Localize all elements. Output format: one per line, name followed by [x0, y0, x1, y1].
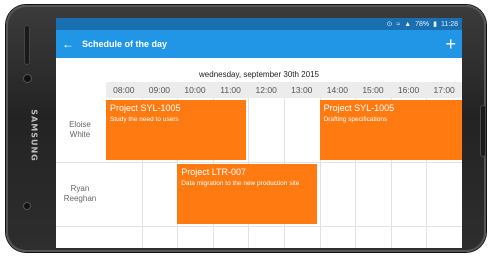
event-project: Project SYL-1005: [323, 103, 395, 113]
row-divider: [56, 226, 462, 227]
hour-label: 12:00: [255, 85, 277, 95]
speaker-grille: [24, 25, 30, 65]
battery-icon: ▮: [433, 21, 437, 28]
plus-icon[interactable]: +: [445, 35, 456, 53]
hours-header: 08:00 09:00 10:00 11:00 12:00 13:00 14:0…: [106, 82, 462, 98]
event-description: Drafting specifications: [323, 116, 388, 123]
hour-label: 08:00: [113, 85, 135, 95]
event-description: Study the need to users: [110, 116, 179, 123]
app-bar: ← Schedule of the day +: [56, 30, 462, 58]
status-bar: ⊙ ≈ ▲ 78% ▮ 11:28: [56, 18, 462, 30]
camera-lens: [24, 75, 31, 82]
phone-body: SAMSUNG ⊙ ≈ ▲ 78% ▮ 11:28 ← Schedule of …: [6, 5, 486, 252]
hour-label: 15:00: [362, 85, 384, 95]
battery-level: 78%: [415, 20, 430, 28]
hour-label: 16:00: [397, 85, 420, 95]
resource-eloise-white: Eloise White: [56, 120, 104, 140]
network-icon: ⊙: [386, 21, 393, 28]
date-header: wednesday, september 30th 2015: [199, 70, 319, 79]
screen: ⊙ ≈ ▲ 78% ▮ 11:28 ← Schedule of the day …: [56, 18, 462, 248]
back-arrow-icon[interactable]: ←: [62, 37, 82, 51]
event-project: Project SYL-1005: [110, 103, 181, 113]
page-title: Schedule of the day: [82, 39, 168, 49]
hour-label: 13:00: [291, 85, 313, 95]
wifi-icon: ≈: [396, 20, 401, 28]
event-block[interactable]: Project SYL-1005 Drafting specifications: [319, 100, 462, 160]
hour-label: 14:00: [326, 85, 348, 95]
resource-name-line: Ryan: [70, 184, 90, 193]
home-key[interactable]: [480, 105, 486, 157]
resource-name-line: Reeghan: [63, 194, 97, 203]
signal-icon: ▲: [404, 20, 412, 28]
hour-label: 17:00: [433, 85, 455, 95]
row-divider: [56, 162, 462, 163]
hour-label: 11:00: [220, 85, 241, 95]
resource-name-line: Eloise: [69, 120, 91, 129]
resource-ryan-reeghan: Ryan Reeghan: [56, 184, 104, 204]
hour-label: 10:00: [184, 85, 206, 95]
schedule-grid: Eloise White Ryan Reeghan Project SYL-10…: [56, 98, 462, 248]
event-description: Data migration to the new production sit…: [181, 180, 300, 187]
brand-label: SAMSUNG: [29, 108, 39, 162]
event-block[interactable]: Project LTR-007 Data migration to the ne…: [177, 164, 318, 224]
hour-label: 09:00: [148, 85, 171, 95]
device-brand: SAMSUNG: [24, 95, 44, 175]
event-project: Project LTR-007: [181, 167, 247, 177]
clock: 11:28: [441, 20, 458, 28]
event-block[interactable]: Project SYL-1005 Study the need to users: [106, 100, 246, 160]
resource-name-line: White: [69, 130, 91, 139]
sensor-dot: [24, 203, 30, 209]
